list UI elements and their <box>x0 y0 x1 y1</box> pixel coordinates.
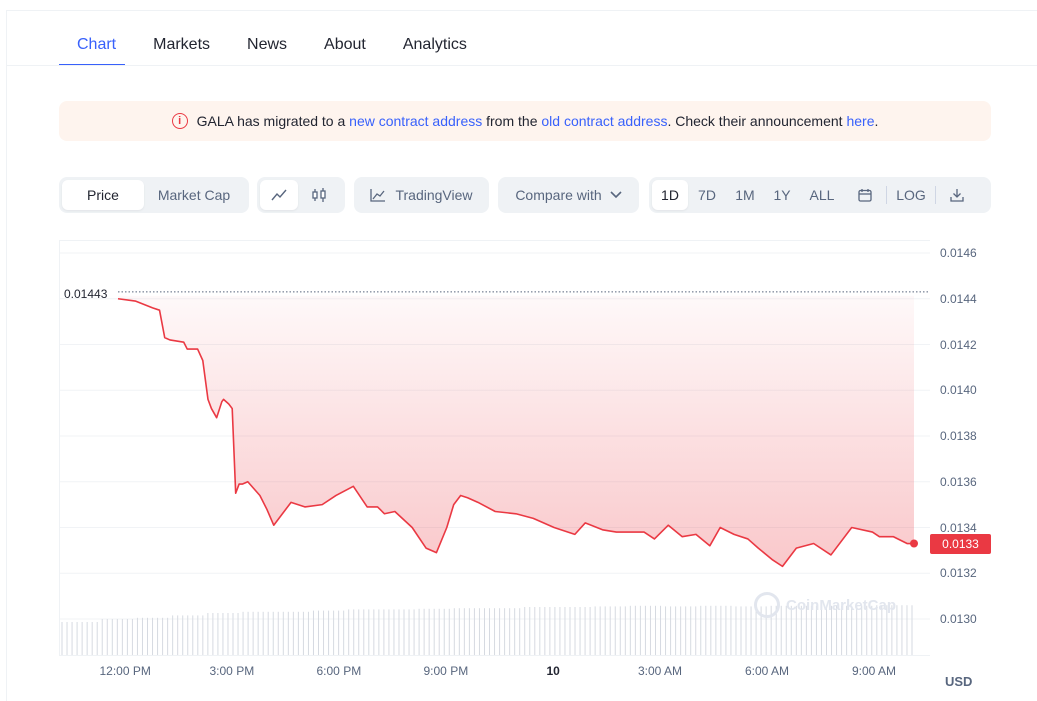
x-tick-label: 9:00 AM <box>852 664 897 678</box>
price-button[interactable]: Price <box>62 180 144 210</box>
y-tick-label: 0.0144 <box>940 291 977 306</box>
section-tabs: Chart Markets News About Analytics <box>58 28 504 66</box>
chevron-down-icon <box>610 191 622 199</box>
range-1m-button[interactable]: 1M <box>726 180 764 210</box>
info-icon: i <box>171 113 188 129</box>
currency-label: USD <box>945 674 973 689</box>
x-tick-label: 6:00 AM <box>745 664 790 678</box>
calendar-icon <box>858 189 872 202</box>
y-tick-label: 0.0138 <box>940 429 977 443</box>
watermark: CoinMarketCap <box>754 592 896 618</box>
date-picker-button[interactable] <box>844 180 886 210</box>
x-tick-label: 3:00 PM <box>209 664 255 678</box>
migration-banner: i GALA has migrated to a new contract ad… <box>59 101 991 141</box>
y-tick-label: 0.0136 <box>940 474 977 489</box>
range-1d-button[interactable]: 1D <box>652 180 688 210</box>
tradingview-icon <box>370 189 386 202</box>
market-cap-button[interactable]: Market Cap <box>144 180 244 210</box>
log-scale-button[interactable]: LOG <box>887 180 935 210</box>
x-tick-label: 10 <box>546 664 560 678</box>
y-tick-label: 0.0142 <box>940 337 977 352</box>
metric-toggle: Price Market Cap <box>59 177 249 213</box>
y-tick-label: 0.0140 <box>940 383 977 398</box>
range-7d-button[interactable]: 7D <box>688 180 726 210</box>
tab-chart[interactable]: Chart <box>58 28 126 66</box>
candlestick-icon <box>312 188 326 202</box>
announcement-link[interactable]: here <box>846 113 874 129</box>
tab-news[interactable]: News <box>247 28 287 66</box>
range-1y-button[interactable]: 1Y <box>764 180 800 210</box>
old-contract-link[interactable]: old contract address <box>541 113 667 129</box>
tab-about[interactable]: About <box>324 28 366 66</box>
line-chart-button[interactable] <box>260 180 298 210</box>
high-price-label: 0.01443 <box>64 287 108 301</box>
tab-analytics[interactable]: Analytics <box>403 28 467 66</box>
x-tick-label: 6:00 PM <box>316 664 362 678</box>
tradingview-label: TradingView <box>395 187 473 203</box>
watermark-text: CoinMarketCap <box>786 596 897 614</box>
x-tick-label: 3:00 AM <box>638 664 683 678</box>
y-tick-label: 0.0130 <box>940 612 977 626</box>
banner-text-2: from the <box>482 113 542 129</box>
banner-text-4: . <box>874 113 879 129</box>
download-icon <box>950 189 964 202</box>
coinmarketcap-logo-icon <box>754 592 780 618</box>
tab-markets[interactable]: Markets <box>153 28 210 66</box>
compare-with-dropdown[interactable]: Compare with <box>498 177 639 213</box>
chart-type-toggle <box>257 177 345 213</box>
y-tick-label: 0.0134 <box>940 520 977 535</box>
tabs-divider <box>6 65 1037 66</box>
compare-with-label: Compare with <box>515 187 602 203</box>
banner-text-3: . Check their announcement <box>667 113 847 129</box>
candlestick-button[interactable] <box>298 180 340 210</box>
new-contract-link[interactable]: new contract address <box>349 113 482 129</box>
tradingview-button[interactable]: TradingView <box>354 177 489 213</box>
range-all-button[interactable]: ALL <box>800 180 844 210</box>
y-tick-label: 0.0146 <box>940 246 977 260</box>
time-range-selector: 1D 7D 1M 1Y ALL LOG <box>649 177 991 213</box>
download-button[interactable] <box>936 180 978 210</box>
current-price-tag: 0.0133 <box>930 534 991 554</box>
line-chart-icon <box>271 189 287 201</box>
x-tick-label: 12:00 PM <box>99 664 151 678</box>
x-tick-label: 9:00 PM <box>423 664 469 678</box>
y-tick-label: 0.0132 <box>940 566 977 581</box>
banner-text-1: GALA has migrated to a <box>196 113 350 129</box>
